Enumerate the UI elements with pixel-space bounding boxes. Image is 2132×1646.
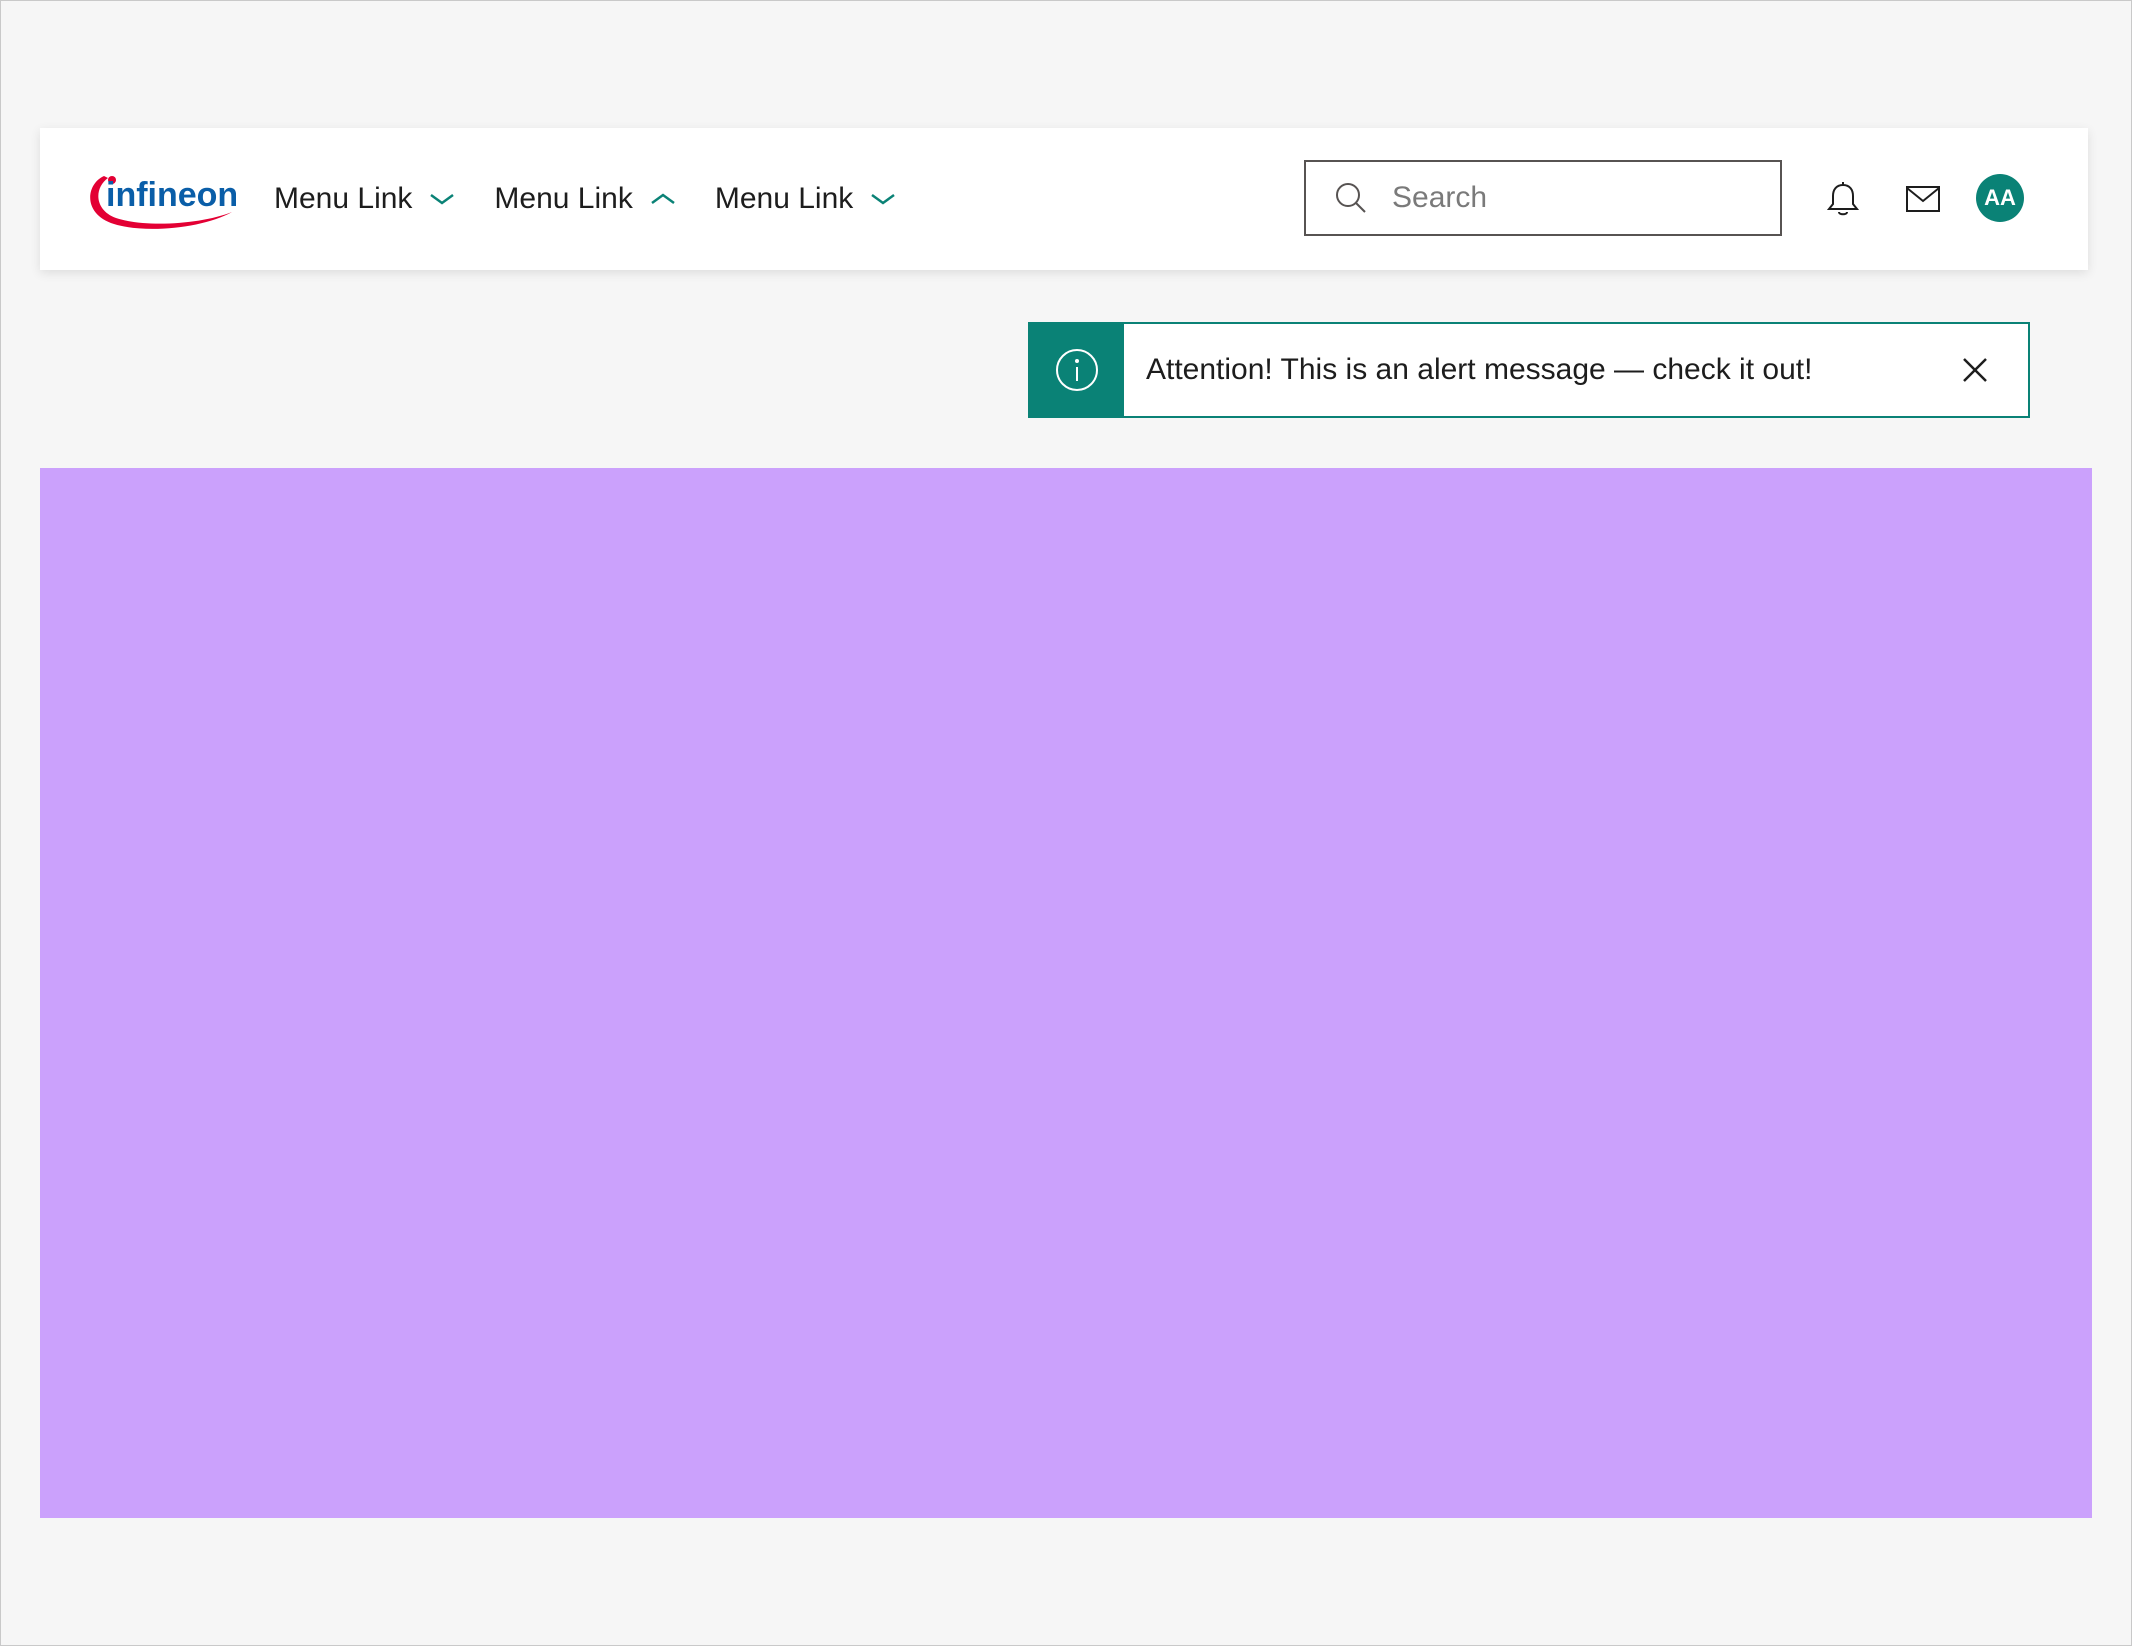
main-menu: Menu Link Menu Link Menu Link — [274, 128, 935, 270]
user-avatar[interactable]: AA — [1976, 174, 2024, 222]
menu-link-1[interactable]: Menu Link — [274, 182, 456, 216]
logo-wordmark: infineon — [106, 176, 236, 214]
bell-icon[interactable] — [1824, 180, 1862, 218]
menu-link-label: Menu Link — [274, 182, 413, 215]
alert-banner: Attention! This is an alert message — ch… — [1028, 322, 2030, 418]
content-placeholder — [40, 468, 2092, 1518]
close-icon[interactable] — [1960, 355, 1990, 385]
infineon-logo[interactable]: infineon — [84, 162, 238, 234]
search-input[interactable] — [1390, 180, 1754, 216]
search-field[interactable] — [1304, 160, 1782, 236]
top-navbar: infineon Menu Link Menu Link Menu Link S… — [40, 128, 2088, 270]
menu-link-3[interactable]: Menu Link — [715, 182, 897, 216]
chevron-down-icon — [871, 193, 896, 205]
alert-icon-area — [1030, 324, 1124, 416]
menu-link-2[interactable]: Menu Link — [494, 182, 676, 216]
menu-link-label: Menu Link — [494, 182, 633, 215]
info-icon — [1056, 349, 1098, 391]
search-icon — [1336, 183, 1366, 213]
chevron-down-icon — [430, 193, 455, 205]
menu-link-label: Menu Link — [714, 182, 854, 215]
chevron-up-icon — [651, 193, 675, 205]
mail-icon[interactable] — [1904, 180, 1942, 218]
alert-message: Attention! This is an alert message — ch… — [1146, 353, 1813, 386]
